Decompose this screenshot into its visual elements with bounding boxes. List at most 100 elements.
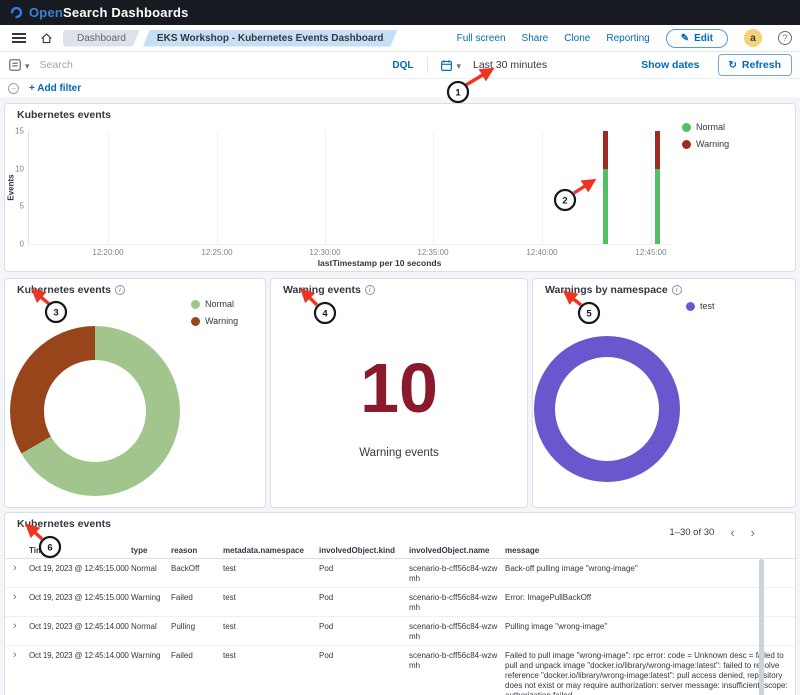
refresh-icon [729,59,737,71]
query-language-button[interactable]: DQL [392,60,419,71]
chevron-down-icon [25,56,30,74]
cell-name: scenario-b-cff56c84-wzwmh [409,622,503,642]
table-scrollbar[interactable] [759,559,764,695]
y-tick: 15 [5,127,24,136]
column-header-kind[interactable]: involvedObject.kind [319,546,407,555]
search-input[interactable] [40,59,393,71]
column-header-message[interactable]: message [505,546,789,555]
cell-time: Oct 19, 2023 @ 12:45:14.000 [29,622,129,632]
table-row[interactable]: Oct 19, 2023 @ 12:45:15.000 Normal BackO… [5,559,796,588]
panel-title-text: Warnings by namespace [545,284,668,296]
full-screen-link[interactable]: Full screen [457,33,506,44]
bar-normal-segment [603,169,608,244]
cell-type: Warning [131,593,169,603]
avatar[interactable]: a [744,29,762,47]
reporting-link[interactable]: Reporting [606,33,649,44]
stacked-bar[interactable] [603,131,608,244]
legend-dot [682,140,691,149]
page-previous-icon[interactable] [730,528,734,538]
filter-options-icon[interactable] [8,83,19,94]
opensearch-logo-icon [10,6,23,19]
legend-dot [682,123,691,132]
page-next-icon[interactable] [751,528,755,538]
table-row[interactable]: Oct 19, 2023 @ 12:45:14.000 Warning Fail… [5,646,796,695]
row-expand-icon[interactable] [13,622,27,630]
info-icon[interactable] [115,285,125,295]
query-bar: DQL Last 30 minutes Show dates Refresh [0,52,800,79]
breadcrumb-current-dashboard[interactable]: EKS Workshop - Kubernetes Events Dashboa… [143,30,398,47]
panel-title[interactable]: Warning events [271,279,527,296]
y-tick: 5 [5,202,24,211]
date-picker-button[interactable] [436,56,465,74]
cell-type: Normal [131,622,169,632]
events-donut-chart[interactable] [10,326,180,496]
cell-message: Pulling image "wrong-image" [505,622,789,632]
x-tick: 12:40:00 [512,248,572,257]
legend-item-normal[interactable]: Normal [682,122,729,132]
panel-title[interactable]: Warnings by namespace [533,279,795,296]
legend-item-warning[interactable]: Warning [682,139,729,149]
add-filter-link[interactable]: + Add filter [29,83,81,94]
cell-kind: Pod [319,593,407,603]
table-row[interactable]: Oct 19, 2023 @ 12:45:15.000 Warning Fail… [5,588,796,617]
show-dates-link[interactable]: Show dates [641,59,699,71]
legend-item-normal[interactable]: Normal [191,299,238,309]
cell-name: scenario-b-cff56c84-wzwmh [409,564,503,584]
chevron-down-icon [456,56,461,74]
legend-label: test [700,301,715,311]
legend-dot [191,300,200,309]
clone-link[interactable]: Clone [564,33,590,44]
time-range-value[interactable]: Last 30 minutes [473,59,633,71]
pencil-icon [681,33,689,44]
legend-label: Warning [205,316,238,326]
column-header-name[interactable]: involvedObject.name [409,546,503,555]
column-header-type[interactable]: type [131,546,169,555]
panel-title[interactable]: Kubernetes events [5,279,265,296]
cell-reason: BackOff [171,564,221,574]
table-row[interactable]: Oct 19, 2023 @ 12:45:14.000 Normal Pulli… [5,617,796,646]
edit-button[interactable]: Edit [666,29,728,48]
cell-namespace: test [223,564,317,574]
cell-type: Normal [131,564,169,574]
info-icon[interactable] [365,285,375,295]
namespace-donut-chart[interactable] [534,336,680,482]
row-expand-icon[interactable] [13,651,27,659]
refresh-button[interactable]: Refresh [718,54,793,76]
panel-warnings-by-namespace: Warnings by namespace test [532,278,796,508]
legend-label: Normal [205,299,234,309]
legend-item-warning[interactable]: Warning [191,316,238,326]
column-header-namespace[interactable]: metadata.namespace [223,546,317,555]
refresh-button-label: Refresh [742,59,781,71]
menu-icon[interactable] [12,33,26,43]
panel-title[interactable]: Kubernetes events [5,104,795,121]
panel-kubernetes-events-table: Kubernetes events 1–30 of 30 Time type r… [4,512,796,695]
gridline [542,131,543,244]
info-icon[interactable] [672,285,682,295]
saved-query-menu[interactable] [8,56,40,74]
x-tick: 12:20:00 [78,248,138,257]
cell-message: Error: ImagePullBackOff [505,593,789,603]
column-header-time[interactable]: Time [29,546,129,555]
bar-warning-segment [655,131,660,169]
table-header-row: Time type reason metadata.namespace invo… [5,541,796,559]
cell-kind: Pod [319,651,407,661]
y-tick: 10 [5,165,24,174]
help-icon[interactable] [778,31,792,45]
donut-legend: Normal Warning [191,299,238,326]
legend-label: Normal [696,122,725,132]
breadcrumb-dashboard[interactable]: Dashboard [63,30,140,47]
cell-time: Oct 19, 2023 @ 12:45:14.000 [29,651,129,661]
edit-button-label: Edit [694,33,713,44]
legend-item-test[interactable]: test [686,301,715,311]
opensearch-dashboards-app: OpenSearch Dashboards Dashboard EKS Work… [0,0,800,695]
row-expand-icon[interactable] [13,593,27,601]
legend-dot [191,317,200,326]
stacked-bar[interactable] [655,131,660,244]
row-expand-icon[interactable] [13,564,27,572]
share-link[interactable]: Share [522,33,549,44]
home-icon[interactable] [40,32,53,45]
filter-bar: + Add filter [0,79,800,97]
x-axis-line [28,244,673,245]
column-header-reason[interactable]: reason [171,546,221,555]
bar-normal-segment [655,169,660,244]
